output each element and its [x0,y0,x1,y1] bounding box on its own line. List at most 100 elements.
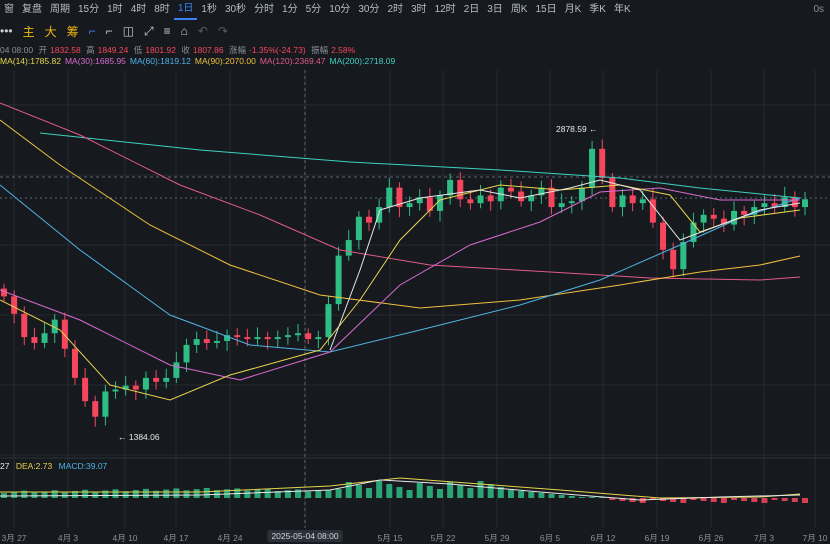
x-tick-label: 4月 3 [57,533,79,543]
candle-body [426,197,433,211]
x-tick-label: 3月 27 [1,533,27,543]
macd-dea: DEA:2.73 [15,461,53,471]
candle-body [92,401,99,417]
candle-body [761,203,768,208]
candle-body [406,203,413,208]
macd-bar [781,498,788,501]
candle-body [599,148,606,178]
macd-bar [264,488,271,498]
candle-body [578,187,585,202]
candle-body [639,199,646,204]
macd-bar [578,497,585,498]
candle-body [700,214,707,223]
candle-body [345,240,352,256]
candle-body [11,296,18,314]
candle-body [234,335,241,338]
candle-body [457,179,464,200]
candle-body [325,304,332,338]
macd-bar [720,498,727,503]
x-axis: 3月 27 4月 3 4月 10 4月 17 4月 24 2025-05-04 08:00… [0,528,830,544]
candle-body [173,362,180,378]
candle-body [153,377,160,382]
x-tick-label: 6月 12 [590,533,616,543]
macd-bar [254,489,261,498]
macd-bar [507,490,514,498]
macd-bar [132,490,139,498]
candle-body [741,210,748,215]
candle-body [507,187,514,192]
candle-body [619,195,626,208]
low-annotation: ← 1384.06 [118,432,160,442]
candle-body [558,203,565,208]
candle-body [102,391,109,417]
macd-bar [396,487,403,498]
high-annotation: 2878.59 ← [556,124,598,134]
macd-legend: 27 DEA:2.73 MACD:39.07 [0,461,111,471]
macd-bar [528,492,535,498]
macd-bar [791,498,798,502]
x-tick-label: 5月 22 [430,533,456,543]
candle-body [315,337,322,340]
candle-body [680,242,687,270]
x-tick-label: 6月 26 [698,533,724,543]
macd-bar [406,490,413,498]
candle-body [568,201,575,204]
candle-body [284,335,291,338]
macd-bar [376,481,383,498]
candle-body [436,195,443,211]
x-tick-label: 7月 10 [802,533,828,543]
candle-body [193,339,200,345]
macd-bar [710,498,717,502]
x-tick-label: 4月 10 [112,533,138,543]
candle-body [183,344,190,363]
x-tick-label: 6月 19 [644,533,670,543]
candle-body [660,222,667,250]
candle-body [355,216,362,241]
macd-bar [355,485,362,498]
candle-body [295,333,302,336]
macd-bar [51,490,58,498]
candle-body [244,337,251,340]
ma-line [39,132,801,199]
macd-bar [487,484,494,498]
candle-body [274,337,281,340]
macd-bar [802,498,808,503]
candle-body [487,195,494,202]
macd-bar [244,490,251,498]
candle-body [305,333,312,340]
candle-body [710,214,717,219]
macd-bar [741,498,748,501]
candle-body [163,377,170,382]
x-tick-label: 4月 17 [163,533,189,543]
macd-bar [193,489,200,498]
macd-bar [548,494,555,498]
candle-body [213,341,220,343]
macd-bar [436,489,443,498]
candle-body [366,216,373,223]
x-tick-label: 4月 24 [217,533,243,543]
macd-bar [568,496,575,498]
candle-body [41,333,48,343]
candlestick-chart[interactable]: 2878.59 ← ← 1384.06 [0,0,830,528]
candle-body [629,195,636,204]
candle-body [142,377,149,390]
candle-body [386,187,393,208]
candle-body [82,377,89,402]
macd-bar [61,492,68,498]
macd-bar [386,484,393,498]
macd-bar [751,498,758,502]
macd-bar [538,493,545,498]
candle-body [548,187,555,208]
macd-value: MACD:39.07 [58,461,108,471]
macd-bar [325,489,332,498]
macd-bar [142,488,149,498]
candle-body [254,337,261,340]
macd-bar [467,488,474,498]
macd-bar [558,495,565,498]
ma-line [0,187,800,381]
macd-bar [761,498,768,503]
macd-bar [426,486,433,498]
ma-line [0,119,801,309]
macd-bar [639,498,646,503]
x-tick-label: 5月 15 [377,533,403,543]
